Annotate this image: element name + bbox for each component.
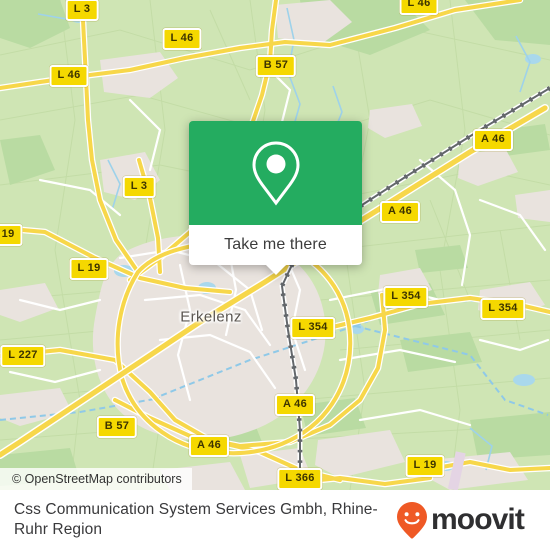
road-shield: L 46 (162, 28, 202, 50)
road-shield: L 19 (0, 224, 23, 246)
map-attribution[interactable]: © OpenStreetMap contributors (0, 468, 192, 490)
road-shield: B 57 (96, 416, 138, 438)
moovit-wordmark: moovit (431, 503, 525, 536)
road-shield: L 46 (399, 0, 439, 15)
moovit-logo[interactable]: moovit (395, 500, 534, 540)
road-shield: L 354 (480, 298, 526, 320)
road-shield: B 57 (255, 55, 297, 77)
popup-tail (264, 264, 287, 275)
road-shield: L 3 (65, 0, 99, 21)
road-shield: L 46 (49, 65, 89, 87)
road-shield: L 3 (122, 176, 156, 198)
road-shield: L 19 (405, 455, 445, 477)
popup-marker-area (189, 121, 362, 225)
road-shield: L 354 (383, 286, 429, 308)
location-popup[interactable]: Take me there (189, 121, 362, 275)
road-shield: L 19 (69, 258, 109, 280)
moovit-smiley-pin-icon (397, 502, 427, 539)
road-shield: L 366 (277, 468, 323, 490)
map-pin-icon (251, 141, 300, 206)
map-screenshot: L 3 L 46 L 46 B 57 L 46 A 46 A 46 L 3 L 19 L 19 L … (0, 0, 550, 550)
location-title: Css Communication System Services Gmbh, … (14, 501, 378, 538)
take-me-there-label: Take me there (224, 236, 327, 253)
road-shield: L 227 (0, 345, 46, 367)
road-shield: A 46 (379, 201, 421, 223)
take-me-there-button[interactable]: Take me there (189, 225, 362, 275)
footer-bar: Css Communication System Services Gmbh, … (0, 490, 550, 550)
road-shield: A 46 (274, 394, 316, 416)
place-label-erkelenz: Erkelenz (180, 308, 242, 326)
road-shield: A 46 (188, 435, 230, 457)
road-shield: L 354 (290, 317, 336, 339)
map-canvas[interactable]: L 3 L 46 L 46 B 57 L 46 A 46 A 46 L 3 L 19 L 19 L … (0, 0, 550, 490)
road-shield: A 46 (472, 129, 514, 151)
